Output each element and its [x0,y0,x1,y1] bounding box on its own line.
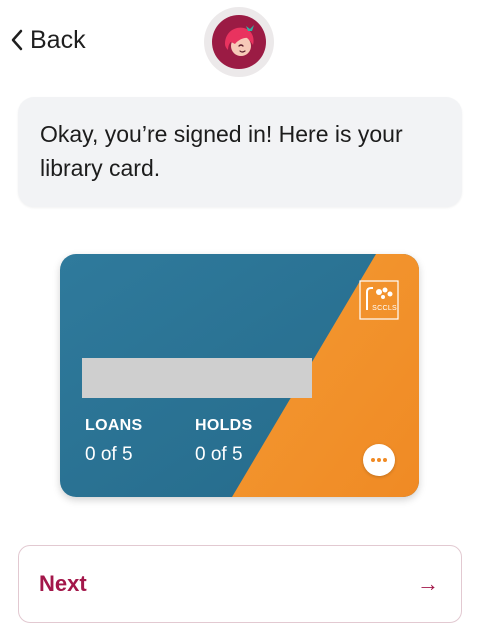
library-abbrev: SCCLS [372,305,397,312]
reading-girl-logo-icon [212,15,266,69]
back-button[interactable]: Back [10,26,86,54]
arrow-right-icon: → [417,571,439,596]
holds-label: HOLDS [195,417,253,434]
more-dots-icon [371,458,387,462]
loans-stat: LOANS 0 of 5 [85,417,143,466]
loans-label: LOANS [85,417,143,434]
app-logo [204,7,274,77]
next-button[interactable]: Next → [18,545,462,623]
next-label: Next [39,571,87,596]
loans-value: 0 of 5 [85,444,133,465]
holds-stat: HOLDS 0 of 5 [195,417,253,466]
back-label: Back [30,26,86,54]
library-tree-logo-icon [359,280,399,320]
message-text: Okay, you’re signed in! Here is your lib… [40,121,403,181]
library-card[interactable]: SCCLS LOANS 0 of 5 HOLDS 0 of 5 [60,254,419,497]
chevron-left-icon [11,29,23,51]
signed-in-message: Okay, you’re signed in! Here is your lib… [18,97,462,207]
card-more-button[interactable] [363,444,395,476]
card-barcode-redacted [82,358,312,398]
holds-value: 0 of 5 [195,444,243,465]
